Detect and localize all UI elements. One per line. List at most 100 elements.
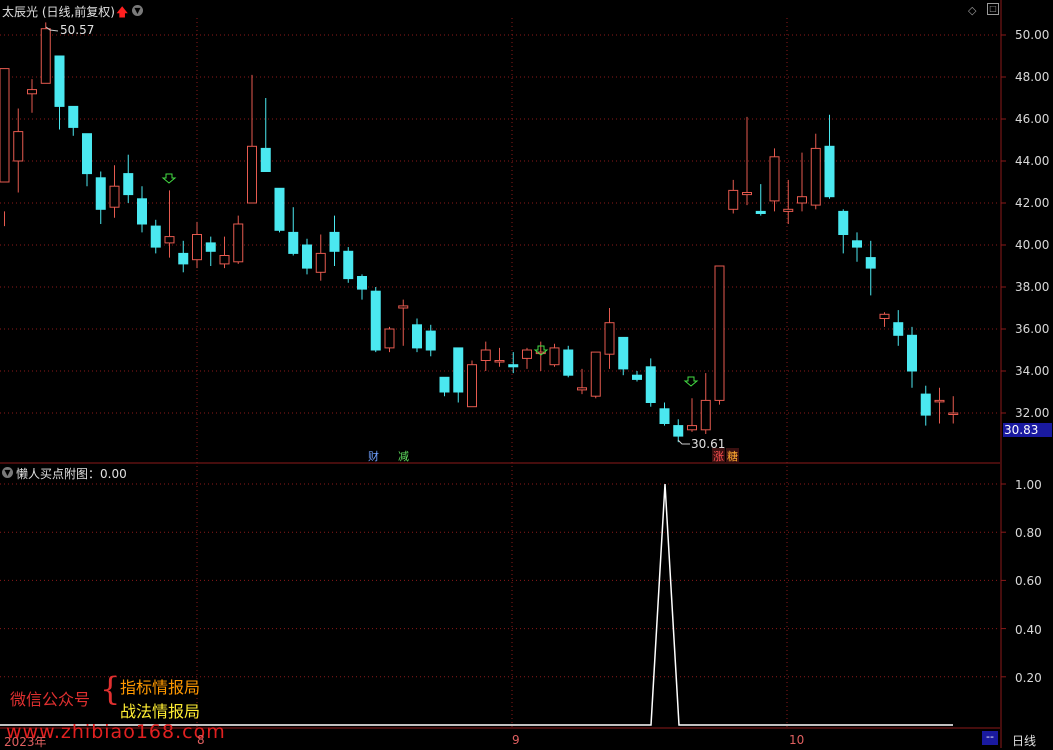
candle-body xyxy=(824,145,835,198)
stock-title: 太辰光 (日线,前复权) xyxy=(2,5,115,19)
candle-body xyxy=(577,387,587,391)
candle-body xyxy=(274,187,285,231)
candle-body xyxy=(645,366,656,403)
candle-body xyxy=(714,265,725,401)
price-label: 34.00 xyxy=(1015,364,1050,378)
candle-body xyxy=(755,210,766,214)
candle-body xyxy=(370,290,381,351)
candle-body xyxy=(508,364,519,368)
x-axis-label: 9 xyxy=(512,733,520,747)
last-price-badge: 30.83 xyxy=(1003,423,1052,437)
candle-body xyxy=(852,240,862,248)
candle-body xyxy=(453,347,464,393)
candle-body xyxy=(13,131,24,162)
chevron-down-icon[interactable]: ▼ xyxy=(2,467,13,478)
candle-body xyxy=(219,255,230,265)
diamond-icon[interactable]: ◇ xyxy=(968,4,976,17)
event-marker[interactable]: 糖 xyxy=(726,448,739,464)
event-marker[interactable]: 涨 xyxy=(712,448,725,464)
candle-body xyxy=(673,425,684,437)
price-label: 38.00 xyxy=(1015,280,1050,294)
candle-body xyxy=(82,133,92,175)
candle-body xyxy=(137,198,147,225)
indicator-label: 0.80 xyxy=(1015,526,1042,540)
candle-body xyxy=(95,177,106,210)
candle-body xyxy=(205,242,216,252)
indicator-label: 0.40 xyxy=(1015,623,1042,637)
candle-body xyxy=(40,28,51,84)
candle-body xyxy=(178,252,189,265)
candle-body xyxy=(357,276,367,290)
candle-body xyxy=(907,334,917,372)
candle-body xyxy=(687,425,697,431)
up-arrow-icon: 🡅 xyxy=(116,5,129,19)
candle-body xyxy=(439,376,450,393)
candle-body xyxy=(494,360,505,363)
candle-body xyxy=(302,244,312,269)
down-arrow-icon xyxy=(683,376,699,387)
candle-body xyxy=(618,336,629,370)
event-marker[interactable]: 减 xyxy=(397,448,410,464)
kline-chart[interactable]: 50.5730.61 xyxy=(0,0,1053,748)
candle-body xyxy=(54,55,65,107)
candle-body xyxy=(769,156,780,202)
candle-body xyxy=(425,330,436,351)
candle-body xyxy=(247,145,257,204)
price-label: 32.00 xyxy=(1015,406,1050,420)
price-label: 44.00 xyxy=(1015,154,1050,168)
candle-body xyxy=(467,364,477,408)
indicator-label: 0.60 xyxy=(1015,574,1042,588)
high-annotation: 50.57 xyxy=(60,23,94,37)
price-label: 48.00 xyxy=(1015,70,1050,84)
candle-body xyxy=(192,234,202,261)
candle-body xyxy=(742,192,752,196)
candle-body xyxy=(150,225,161,248)
candle-body xyxy=(934,399,945,403)
x-axis-label: 2023年 xyxy=(4,735,47,749)
candle-body xyxy=(343,250,354,280)
watermark-wechat: 微信公众号 xyxy=(10,690,91,709)
period-button[interactable]: -- xyxy=(982,731,998,745)
x-axis-label: 10 xyxy=(789,733,805,747)
price-label: 50.00 xyxy=(1015,28,1050,42)
candle-body xyxy=(123,173,134,196)
candle-body xyxy=(27,89,37,95)
candle-body xyxy=(604,322,615,355)
candle-body xyxy=(260,147,271,172)
period-label[interactable]: 日线 xyxy=(1012,732,1036,749)
candle-body xyxy=(522,349,532,359)
indicator-title: 懒人买点附图：0.00 xyxy=(16,467,127,481)
watermark-line1: 指标情报局 xyxy=(120,678,201,697)
down-arrow-icon xyxy=(161,173,177,184)
candle-body xyxy=(563,349,574,376)
candle-body xyxy=(797,196,807,204)
event-marker[interactable]: 财 xyxy=(367,448,380,464)
candle-body xyxy=(164,236,175,244)
candle-body xyxy=(0,68,10,183)
candle-body xyxy=(384,328,395,349)
candle-body xyxy=(879,313,890,319)
candle-body xyxy=(838,210,849,235)
candle-body xyxy=(865,257,876,269)
candle-body xyxy=(315,252,326,273)
price-label: 36.00 xyxy=(1015,322,1050,336)
candle-body xyxy=(412,324,422,349)
candle-body xyxy=(632,374,642,380)
annotation-arrow xyxy=(677,439,690,445)
candle-body xyxy=(590,351,601,397)
candle-body xyxy=(920,393,931,416)
candle-body xyxy=(109,185,120,208)
candle-body xyxy=(728,189,739,210)
candle-body xyxy=(329,231,340,252)
restore-window-icon[interactable]: □ xyxy=(987,3,999,15)
candle-body xyxy=(549,347,560,366)
candle-body xyxy=(893,322,904,336)
candle-body xyxy=(948,412,959,415)
candle-body xyxy=(810,147,821,206)
x-axis-label: 8 xyxy=(197,733,205,747)
chart-stage[interactable]: 50.57 30.61 太辰光 (日线,前复权) 🡅 ▼ ◇ □ ▼ 懒人买点附图… xyxy=(0,0,1053,749)
chevron-down-icon[interactable]: ▼ xyxy=(132,5,143,16)
candle-body xyxy=(480,349,491,361)
brace-icon: { xyxy=(100,670,121,708)
candle-body xyxy=(288,231,299,254)
